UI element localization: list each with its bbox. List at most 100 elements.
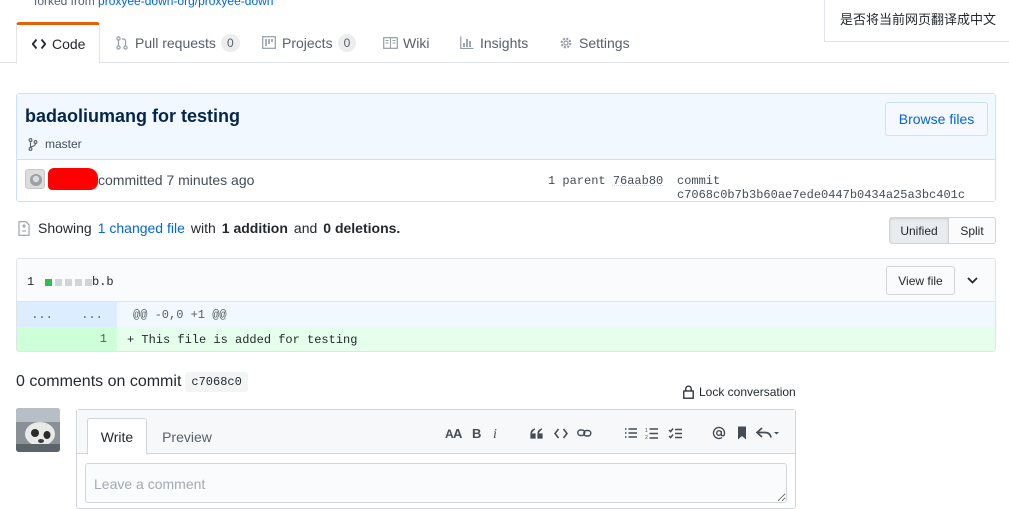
diffstat-count: 1 (27, 275, 35, 289)
file-diff: 1 b.b View file ... ... @@ -0,0 +1 @@ 1 … (16, 258, 996, 352)
svg-text:A: A (453, 427, 463, 439)
comment-editor: Write Preview AA B i 12 (76, 409, 796, 509)
tab-settings[interactable]: Settings (558, 22, 630, 63)
svg-text:i: i (493, 427, 497, 439)
commit-box: badaoliumang for testing master Browse f… (16, 93, 996, 202)
projects-count: 0 (337, 33, 357, 52)
additions-count: 1 addition (221, 220, 288, 236)
split-button[interactable]: Split (949, 217, 996, 244)
file-header: 1 b.b View file (17, 259, 995, 302)
code-icon (31, 36, 47, 52)
fork-info: forked from proxyee-down-org/proxyee-dow… (34, 0, 273, 8)
author-avatar[interactable] (25, 169, 45, 189)
view-file-button[interactable]: View file (886, 266, 955, 295)
hunk-expand-left[interactable]: ... (17, 302, 67, 327)
editor-header: Write Preview AA B i 12 (77, 410, 795, 455)
italic-icon[interactable]: i (487, 424, 505, 442)
commit-header: badaoliumang for testing master Browse f… (17, 94, 995, 160)
commit-branch[interactable]: master (25, 136, 82, 152)
bold-icon[interactable]: B (468, 424, 486, 442)
project-icon (261, 35, 277, 51)
comments-heading-text: 0 comments on commit (16, 373, 182, 390)
diffstat-block-added (45, 278, 53, 286)
diffstat-block-neutral (55, 278, 63, 286)
lock-conversation-button[interactable]: Lock conversation (680, 384, 796, 400)
changed-files-link[interactable]: 1 changed file (98, 220, 185, 236)
bookmark-icon[interactable] (733, 424, 751, 442)
parent-sha-link[interactable]: 76aab80 (613, 174, 663, 188)
task-list-icon[interactable] (666, 424, 684, 442)
commit-short-sha: c7068c0 (185, 372, 248, 392)
tab-settings-label: Settings (579, 34, 630, 51)
lock-icon (680, 384, 696, 400)
diffstat-block-neutral (65, 278, 73, 286)
new-line-number[interactable]: 1 (67, 327, 117, 351)
numbered-list-icon[interactable]: 12 (643, 424, 661, 442)
user-avatar[interactable] (16, 408, 60, 452)
showing-text: Showing (38, 220, 92, 236)
hunk-header-row: ... ... @@ -0,0 +1 @@ (17, 302, 995, 327)
diff-summary: Showing 1 changed file with 1 addition a… (16, 220, 400, 236)
commit-meta: committed 7 minutes ago 1 parent 76aab80… (17, 160, 995, 202)
hunk-expand-right[interactable]: ... (67, 302, 117, 327)
commit-label: commit (677, 174, 721, 188)
tab-insights-label: Insights (480, 34, 529, 51)
tab-wiki-label: Wiki (403, 34, 430, 51)
comment-textarea[interactable] (85, 463, 787, 503)
tab-projects-label: Projects (282, 34, 333, 51)
commit-sha: c7068c0b7b3b60ae7ede0447b0434a25a3bc401c (677, 188, 966, 202)
and-text: and (293, 220, 318, 236)
tab-pull-requests[interactable]: Pull requests 0 (114, 22, 240, 63)
svg-text:B: B (472, 427, 481, 439)
comments-heading: 0 comments on commit c7068c0 (16, 372, 248, 392)
tab-projects[interactable]: Projects 0 (261, 22, 357, 63)
parent-label: 1 parent (548, 174, 606, 188)
bulleted-list-icon[interactable] (622, 424, 640, 442)
hunk-header: @@ -0,0 +1 @@ (133, 308, 227, 322)
commit-title: badaoliumang for testing (25, 106, 241, 126)
commit-sha-info: commit c7068c0b7b3b60ae7ede0447b0434a25a… (677, 174, 995, 202)
svg-text:2: 2 (645, 435, 648, 440)
mention-icon[interactable] (710, 424, 728, 442)
code-icon[interactable] (552, 424, 570, 442)
svg-text:1: 1 (645, 428, 648, 434)
file-diff-icon (16, 220, 32, 236)
added-line-row: 1 + This file is added for testing (17, 327, 995, 351)
branch-icon (25, 136, 41, 152)
lock-conversation-label: Lock conversation (699, 385, 796, 399)
preview-tab[interactable]: Preview (155, 418, 219, 455)
diffstat: 1 (27, 275, 93, 289)
tab-pull-requests-label: Pull requests (135, 34, 216, 51)
with-text: with (190, 220, 216, 236)
parent-info: 1 parent 76aab80 (548, 174, 663, 188)
unified-button[interactable]: Unified (889, 217, 949, 244)
pull-request-icon (114, 35, 130, 51)
book-icon (382, 35, 398, 51)
added-line-code: + This file is added for testing (127, 333, 358, 347)
browse-files-button[interactable]: Browse files (885, 102, 988, 136)
tab-code-label: Code (52, 36, 86, 52)
commit-branch-label: master (45, 137, 82, 151)
tab-insights[interactable]: Insights (459, 22, 528, 63)
chevron-down-icon[interactable] (962, 270, 982, 290)
fork-prefix: forked from (34, 0, 95, 8)
file-name[interactable]: b.b (92, 275, 114, 289)
tab-code[interactable]: Code (16, 22, 101, 64)
diff-view-toggle: Unified Split (889, 217, 996, 244)
redacted-author-name (48, 168, 98, 190)
quote-icon[interactable] (528, 424, 546, 442)
deletions-count: 0 deletions. (323, 220, 401, 236)
link-icon[interactable] (575, 424, 593, 442)
diffstat-block-neutral (75, 278, 83, 286)
tab-wiki[interactable]: Wiki (382, 22, 429, 63)
old-line-number (17, 327, 67, 351)
header-icon[interactable]: AA (444, 424, 464, 442)
committed-time: committed 7 minutes ago (98, 172, 255, 188)
gear-icon (558, 35, 574, 51)
pull-requests-count: 0 (220, 33, 240, 52)
repo-nav: Code Pull requests 0 Projects 0 Wiki Ins… (0, 22, 1009, 64)
fork-source-link[interactable]: proxyee-down-org/proxyee-down (98, 0, 273, 8)
graph-icon (459, 35, 475, 51)
write-tab[interactable]: Write (87, 418, 147, 455)
reply-icon[interactable] (755, 424, 781, 442)
